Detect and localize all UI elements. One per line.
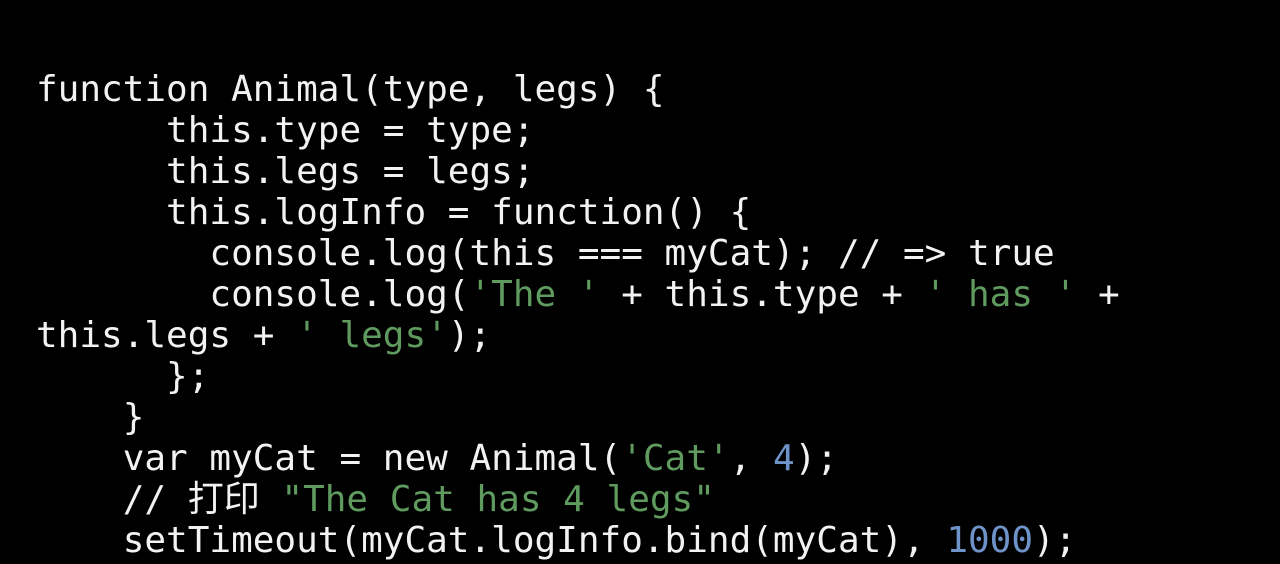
code-token-plain: }; bbox=[166, 356, 210, 397]
code-token-plain: console.log(this === myCat); bbox=[209, 233, 838, 274]
code-token-comment: // => true bbox=[837, 233, 1055, 274]
code-token-string: 'The ' bbox=[469, 274, 600, 315]
code-token-plain: var myCat = new Animal( bbox=[122, 438, 622, 479]
code-line: // 打印 "The Cat has 4 legs" bbox=[0, 479, 1280, 520]
code-token-plain: + this.type + bbox=[599, 274, 925, 315]
code-line: function Animal(type, legs) { bbox=[0, 69, 1280, 110]
code-token-number: 1000 bbox=[946, 520, 1034, 561]
code-token-string: "The Cat has 4 legs" bbox=[281, 479, 715, 520]
code-line: this.logInfo = function() { bbox=[0, 192, 1280, 233]
code-token-plain: ); bbox=[447, 315, 492, 356]
code-line: }; bbox=[0, 356, 1280, 397]
code-line: var myCat = new Animal('Cat', 4); bbox=[0, 438, 1280, 479]
code-token-string: ' has ' bbox=[924, 274, 1077, 315]
code-token-plain: this.type = type; bbox=[166, 110, 535, 151]
code-line: console.log(this === myCat); // => true bbox=[0, 233, 1280, 274]
code-token-plain: + bbox=[1076, 274, 1120, 315]
code-token-comment: // 打印 bbox=[122, 479, 282, 520]
code-line: this.legs + ' legs'); bbox=[0, 315, 1280, 356]
code-token-number: 4 bbox=[772, 438, 795, 479]
code-screenshot: function Animal(type, legs) { this.type … bbox=[0, 0, 1280, 564]
code-line: console.log('The ' + this.type + ' has '… bbox=[0, 274, 1280, 315]
code-token-plain: ); bbox=[794, 438, 838, 479]
code-line: } bbox=[0, 397, 1280, 438]
code-token-plain: setTimeout(myCat.logInfo.bind(myCat), bbox=[122, 520, 947, 561]
code-line: this.legs = legs; bbox=[0, 151, 1280, 192]
code-line: this.type = type; bbox=[0, 110, 1280, 151]
code-token-plain: this.legs = legs; bbox=[166, 151, 535, 192]
code-token-plain: , bbox=[729, 438, 773, 479]
code-line: setTimeout(myCat.logInfo.bind(myCat), 10… bbox=[0, 520, 1280, 561]
code-token-string: 'Cat' bbox=[621, 438, 730, 479]
code-token-plain: } bbox=[122, 397, 145, 438]
code-token-plain: ); bbox=[1033, 520, 1077, 561]
code-block[interactable]: function Animal(type, legs) { this.type … bbox=[0, 69, 1280, 561]
code-token-plain: console.log( bbox=[209, 274, 470, 315]
code-token-plain: this.legs + bbox=[36, 315, 297, 356]
code-token-plain: this.logInfo = function() { bbox=[166, 192, 752, 233]
code-token-string: ' legs' bbox=[296, 315, 448, 356]
code-token-plain: function Animal(type, legs) { bbox=[36, 69, 665, 110]
